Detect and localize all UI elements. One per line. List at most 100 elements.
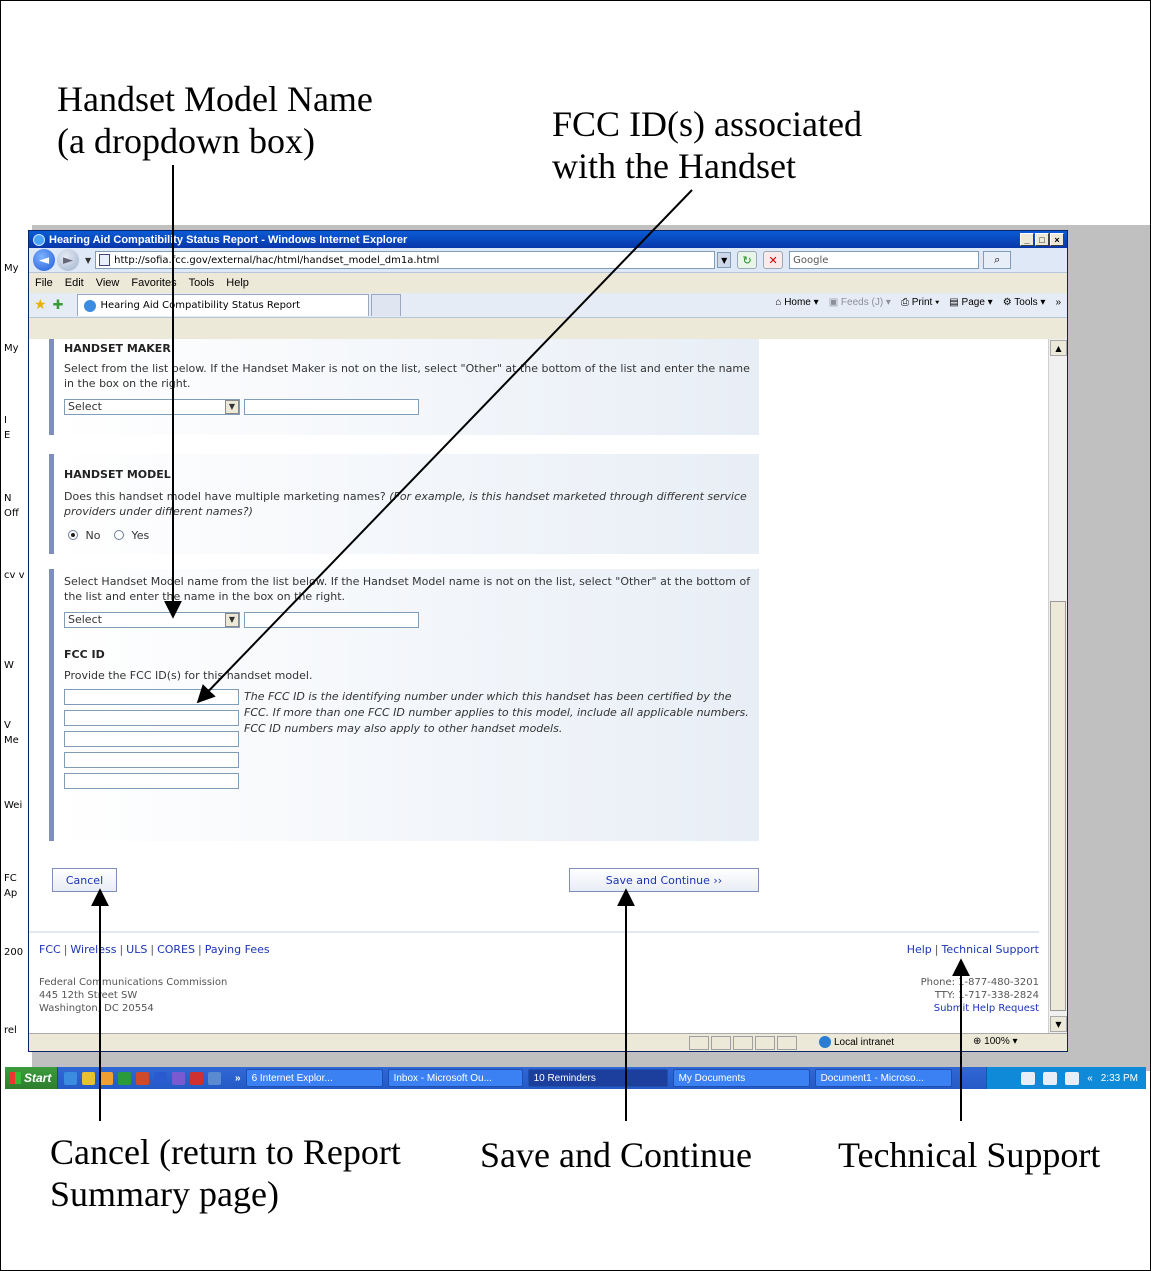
security-zone-label: Local intranet: [834, 1036, 895, 1048]
desktop-icon-label[interactable]: W: [4, 660, 14, 671]
fcc-id-input-1[interactable]: [64, 689, 239, 705]
search-quicklaunch-icon[interactable]: [82, 1071, 95, 1085]
powerpoint-quicklaunch-icon[interactable]: [136, 1071, 149, 1085]
favorites-star-icon[interactable]: ★: [34, 297, 47, 313]
minimize-icon[interactable]: _: [1020, 233, 1034, 246]
tools-menu-button[interactable]: ⚙ Tools ▾: [1003, 297, 1046, 308]
desktop-icon-label[interactable]: V: [4, 720, 11, 731]
desktop-icon-label[interactable]: Me: [4, 735, 19, 746]
menu-help[interactable]: Help: [226, 277, 249, 289]
close-icon[interactable]: ×: [1050, 233, 1064, 246]
more-commands-button[interactable]: »: [1055, 297, 1061, 308]
fcc-id-input-5[interactable]: [64, 773, 239, 789]
print-button[interactable]: ⎙ Print ▾: [901, 297, 939, 308]
home-button[interactable]: ⌂ Home ▾: [775, 297, 818, 308]
new-tab-button[interactable]: [371, 294, 402, 316]
acrobat-quicklaunch-icon[interactable]: [190, 1071, 203, 1085]
desktop-icon-label[interactable]: cv v: [4, 570, 25, 581]
fcc-id-input-2[interactable]: [64, 710, 239, 726]
scroll-up-icon[interactable]: ▲: [1050, 340, 1067, 356]
scroll-down-icon[interactable]: ▼: [1050, 1016, 1067, 1032]
help-icon[interactable]: [1065, 1071, 1080, 1085]
footer-link-wireless[interactable]: Wireless: [70, 943, 116, 956]
zoom-control[interactable]: ⊕ 100% ▾: [973, 1036, 1018, 1047]
url-text: http://sofia.fcc.gov/external/hac/html/h…: [114, 254, 440, 266]
url-field[interactable]: http://sofia.fcc.gov/external/hac/html/h…: [95, 251, 716, 269]
task-label: 6 Internet Explor...: [251, 1072, 333, 1084]
printer-icon[interactable]: [1043, 1071, 1058, 1085]
search-input[interactable]: Google: [789, 251, 980, 269]
task-label: 10 Reminders: [533, 1072, 596, 1084]
task-internet-explorer[interactable]: 6 Internet Explor...: [245, 1069, 383, 1087]
desktop-icon-label[interactable]: Wei: [4, 800, 22, 811]
help-link[interactable]: Help: [907, 943, 932, 956]
task-my-documents[interactable]: My Documents: [672, 1069, 810, 1087]
footer-link-uls[interactable]: ULS: [126, 943, 147, 956]
callout-tech-support: Technical Support: [838, 1135, 1101, 1175]
handset-maker-select[interactable]: Select ▼: [64, 399, 240, 415]
refresh-icon[interactable]: ↻: [737, 251, 758, 269]
app-quicklaunch-icon[interactable]: [172, 1071, 185, 1085]
start-label: Start: [24, 1071, 52, 1085]
tab-hac-report[interactable]: Hearing Aid Compatibility Status Report: [77, 294, 370, 316]
menu-edit[interactable]: Edit: [65, 277, 84, 289]
radio-no[interactable]: [68, 530, 78, 540]
window-titlebar[interactable]: Hearing Aid Compatibility Status Report …: [29, 231, 1067, 248]
menu-view[interactable]: View: [96, 277, 120, 289]
menu-tools[interactable]: Tools: [189, 277, 215, 289]
desktop-icon-label[interactable]: rel: [4, 1025, 17, 1036]
desktop-icon-label[interactable]: 200: [4, 947, 23, 958]
scrollbar-thumb[interactable]: [1050, 601, 1066, 1011]
taskbar-more[interactable]: »: [235, 1073, 241, 1084]
back-arrow-icon[interactable]: ◄: [33, 249, 55, 271]
handset-maker-other-input[interactable]: [244, 399, 419, 415]
stop-icon[interactable]: ✕: [763, 251, 784, 269]
radio-yes[interactable]: [113, 530, 124, 540]
menu-file[interactable]: File: [35, 277, 53, 289]
start-button[interactable]: Start: [5, 1067, 58, 1089]
desktop-icon-label[interactable]: Ap: [4, 888, 17, 899]
desktop-icon-label[interactable]: My: [4, 343, 19, 354]
fcc-id-input-3[interactable]: [64, 731, 239, 747]
footer-link-cores[interactable]: CORES: [157, 943, 195, 956]
desktop-icon-label[interactable]: Off: [4, 508, 19, 519]
history-dropdown-icon[interactable]: ▼: [85, 256, 91, 265]
page-menu-button[interactable]: ▤ Page ▾: [949, 297, 992, 308]
feeds-button[interactable]: ▣ Feeds (J) ▾: [829, 297, 891, 308]
footer-link-paying-fees[interactable]: Paying Fees: [205, 943, 270, 956]
desktop-icon-label[interactable]: I: [4, 415, 7, 426]
cancel-button[interactable]: Cancel: [52, 868, 117, 892]
handset-model-name-select[interactable]: Select ▼: [64, 612, 240, 628]
desktop-icon-label[interactable]: FC: [4, 873, 17, 884]
task-reminders[interactable]: 10 Reminders: [527, 1069, 668, 1087]
vertical-scrollbar[interactable]: ▲ ▼: [1048, 339, 1067, 1033]
doc-quicklaunch-icon[interactable]: [208, 1071, 221, 1085]
url-dropdown-icon[interactable]: ▼: [717, 252, 732, 268]
footer-link-fcc[interactable]: FCC: [39, 943, 61, 956]
task-document1[interactable]: Document1 - Microso...: [814, 1069, 952, 1087]
save-continue-button[interactable]: Save and Continue ››: [569, 868, 759, 892]
word-quicklaunch-icon[interactable]: [154, 1071, 167, 1085]
network-icon[interactable]: [1021, 1071, 1036, 1085]
tray-expand[interactable]: «: [1087, 1073, 1093, 1084]
browser-window[interactable]: Hearing Aid Compatibility Status Report …: [28, 230, 1068, 1052]
callout-handset-model-name: Handset Model Name (a dropdown box): [57, 78, 373, 162]
task-label: My Documents: [678, 1072, 746, 1084]
task-inbox[interactable]: Inbox - Microsoft Ou...: [387, 1069, 523, 1087]
maximize-icon[interactable]: □: [1035, 233, 1049, 246]
technical-support-link[interactable]: Technical Support: [942, 943, 1040, 956]
print-label: Print: [911, 297, 933, 308]
search-icon[interactable]: ⌕: [983, 251, 1012, 269]
forward-arrow-icon[interactable]: ►: [57, 249, 79, 271]
menu-favorites[interactable]: Favorites: [131, 277, 176, 289]
ie-quicklaunch-icon[interactable]: [64, 1071, 77, 1085]
handset-model-name-other-input[interactable]: [244, 612, 419, 628]
add-favorite-icon[interactable]: ✚: [53, 298, 64, 313]
submit-help-request-link[interactable]: Submit Help Request: [921, 1002, 1039, 1015]
desktop-icon-label[interactable]: N: [4, 493, 11, 504]
fcc-id-input-4[interactable]: [64, 752, 239, 768]
desktop-icon-label[interactable]: My: [4, 263, 19, 274]
desktop-icon-label[interactable]: E: [4, 430, 10, 441]
outlook-quicklaunch-icon[interactable]: [100, 1071, 113, 1085]
excel-quicklaunch-icon[interactable]: [118, 1071, 131, 1085]
